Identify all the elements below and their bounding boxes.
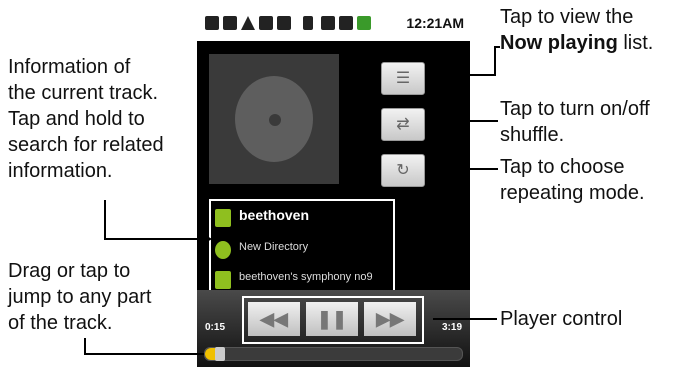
track-artist-row: beethoven [215, 207, 391, 231]
elapsed-time: 0:15 [205, 322, 226, 333]
annotation-shuffle-line2: shuffle. [500, 124, 565, 146]
bluetooth-icon [303, 16, 313, 30]
callout-line-info-horiz [104, 238, 204, 240]
annotation-seek: Drag or tap to jump to any part of the t… [8, 258, 151, 336]
callout-line-info-vert [104, 200, 106, 240]
album-art[interactable] [209, 54, 339, 184]
callout-arrow-info [202, 233, 212, 245]
callout-line-seek-horiz [84, 353, 204, 355]
shuffle-icon: ⇄ [396, 116, 410, 133]
now-playing-list-button[interactable]: ☰ [381, 62, 425, 95]
callout-line-shuffle [450, 120, 498, 122]
disc-hole [269, 114, 281, 126]
track-album: New Directory [239, 241, 309, 253]
callout-arrow-shuffle [440, 115, 450, 127]
annotation-now-playing-bold: Now playing [500, 32, 618, 54]
track-info[interactable]: beethoven New Directory beethoven's symp… [209, 199, 395, 299]
status-time: 12:21AM [406, 15, 464, 31]
annotation-now-playing-line2: Now playing list. [500, 30, 653, 56]
annotation-info-line4: search for related [8, 134, 164, 156]
previous-button[interactable]: ◀◀ [248, 302, 300, 336]
annotation-repeat-line2: repeating mode. [500, 182, 645, 204]
track-artist: beethoven [239, 207, 310, 223]
annotation-repeat-line1: Tap to choose [500, 156, 625, 178]
battery-icon [357, 16, 371, 30]
annotation-now-playing-tail: list. [617, 32, 654, 54]
annotation-seek-line2: jump to any part [8, 286, 152, 308]
annotation-repeat: Tap to choose repeating mode. [500, 154, 645, 206]
track-album-row: New Directory [215, 239, 391, 263]
seek-thumb[interactable] [215, 347, 225, 361]
play-icon [277, 16, 291, 30]
music-note-icon [215, 271, 231, 289]
player-control-bar: ◀◀ ❚❚ ▶▶ 0:15 3:19 [197, 290, 470, 367]
signal-icon [339, 16, 353, 30]
message-icon [223, 16, 237, 30]
phone-screen: 12:21AM ☰ ⇄ ↻ beethoven New Directory be… [197, 5, 470, 367]
gallery-icon [205, 16, 219, 30]
callout-line-repeat [450, 168, 498, 170]
annotation-shuffle-line1: Tap to turn on/off [500, 98, 650, 120]
callout-line-now-playing [450, 74, 496, 76]
player-control-frame: ◀◀ ❚❚ ▶▶ [242, 296, 424, 344]
callout-line-now-playing-top [494, 46, 500, 48]
annotation-info-line5: information. [8, 160, 113, 182]
seek-bar[interactable] [204, 347, 463, 361]
track-title: beethoven's symphony no9 [239, 271, 373, 283]
warning-icon [241, 16, 255, 30]
microphone-icon [215, 209, 231, 227]
callout-line-now-playing-vert [494, 46, 496, 76]
shuffle-button[interactable]: ⇄ [381, 108, 425, 141]
annotation-now-playing-line1: Tap to view the [500, 6, 634, 28]
pause-button[interactable]: ❚❚ [306, 302, 358, 336]
callout-arrow-now-playing [440, 69, 450, 81]
next-icon: ▶▶ [376, 309, 404, 329]
annotation-player-control: Player control [500, 308, 623, 330]
annotation-seek-line1: Drag or tap to [8, 260, 131, 282]
repeat-icon: ↻ [396, 162, 410, 179]
annotation-info-line2: the current track. [8, 82, 159, 104]
annotation-track-info: Information of the current track. Tap an… [8, 54, 164, 184]
annotation-info-line3: Tap and hold to [8, 108, 145, 130]
data-icon [321, 16, 335, 30]
previous-icon: ◀◀ [260, 309, 288, 329]
annotation-info-line1: Information of [8, 56, 131, 78]
next-button[interactable]: ▶▶ [364, 302, 416, 336]
disc-icon [235, 76, 313, 162]
annotation-shuffle: Tap to turn on/off shuffle. [500, 96, 650, 148]
repeat-button[interactable]: ↻ [381, 154, 425, 187]
status-bar: 12:21AM [197, 5, 470, 41]
list-icon: ☰ [395, 70, 411, 87]
callout-line-control [433, 318, 497, 320]
annotation-now-playing: Tap to view the Now playing list. [500, 4, 653, 56]
total-time: 3:19 [441, 322, 462, 333]
callout-arrow-repeat [440, 163, 450, 175]
album-icon [215, 241, 231, 259]
usb-icon [259, 16, 273, 30]
annotation-seek-line3: of the track. [8, 312, 113, 334]
pause-icon: ❚❚ [316, 309, 348, 329]
